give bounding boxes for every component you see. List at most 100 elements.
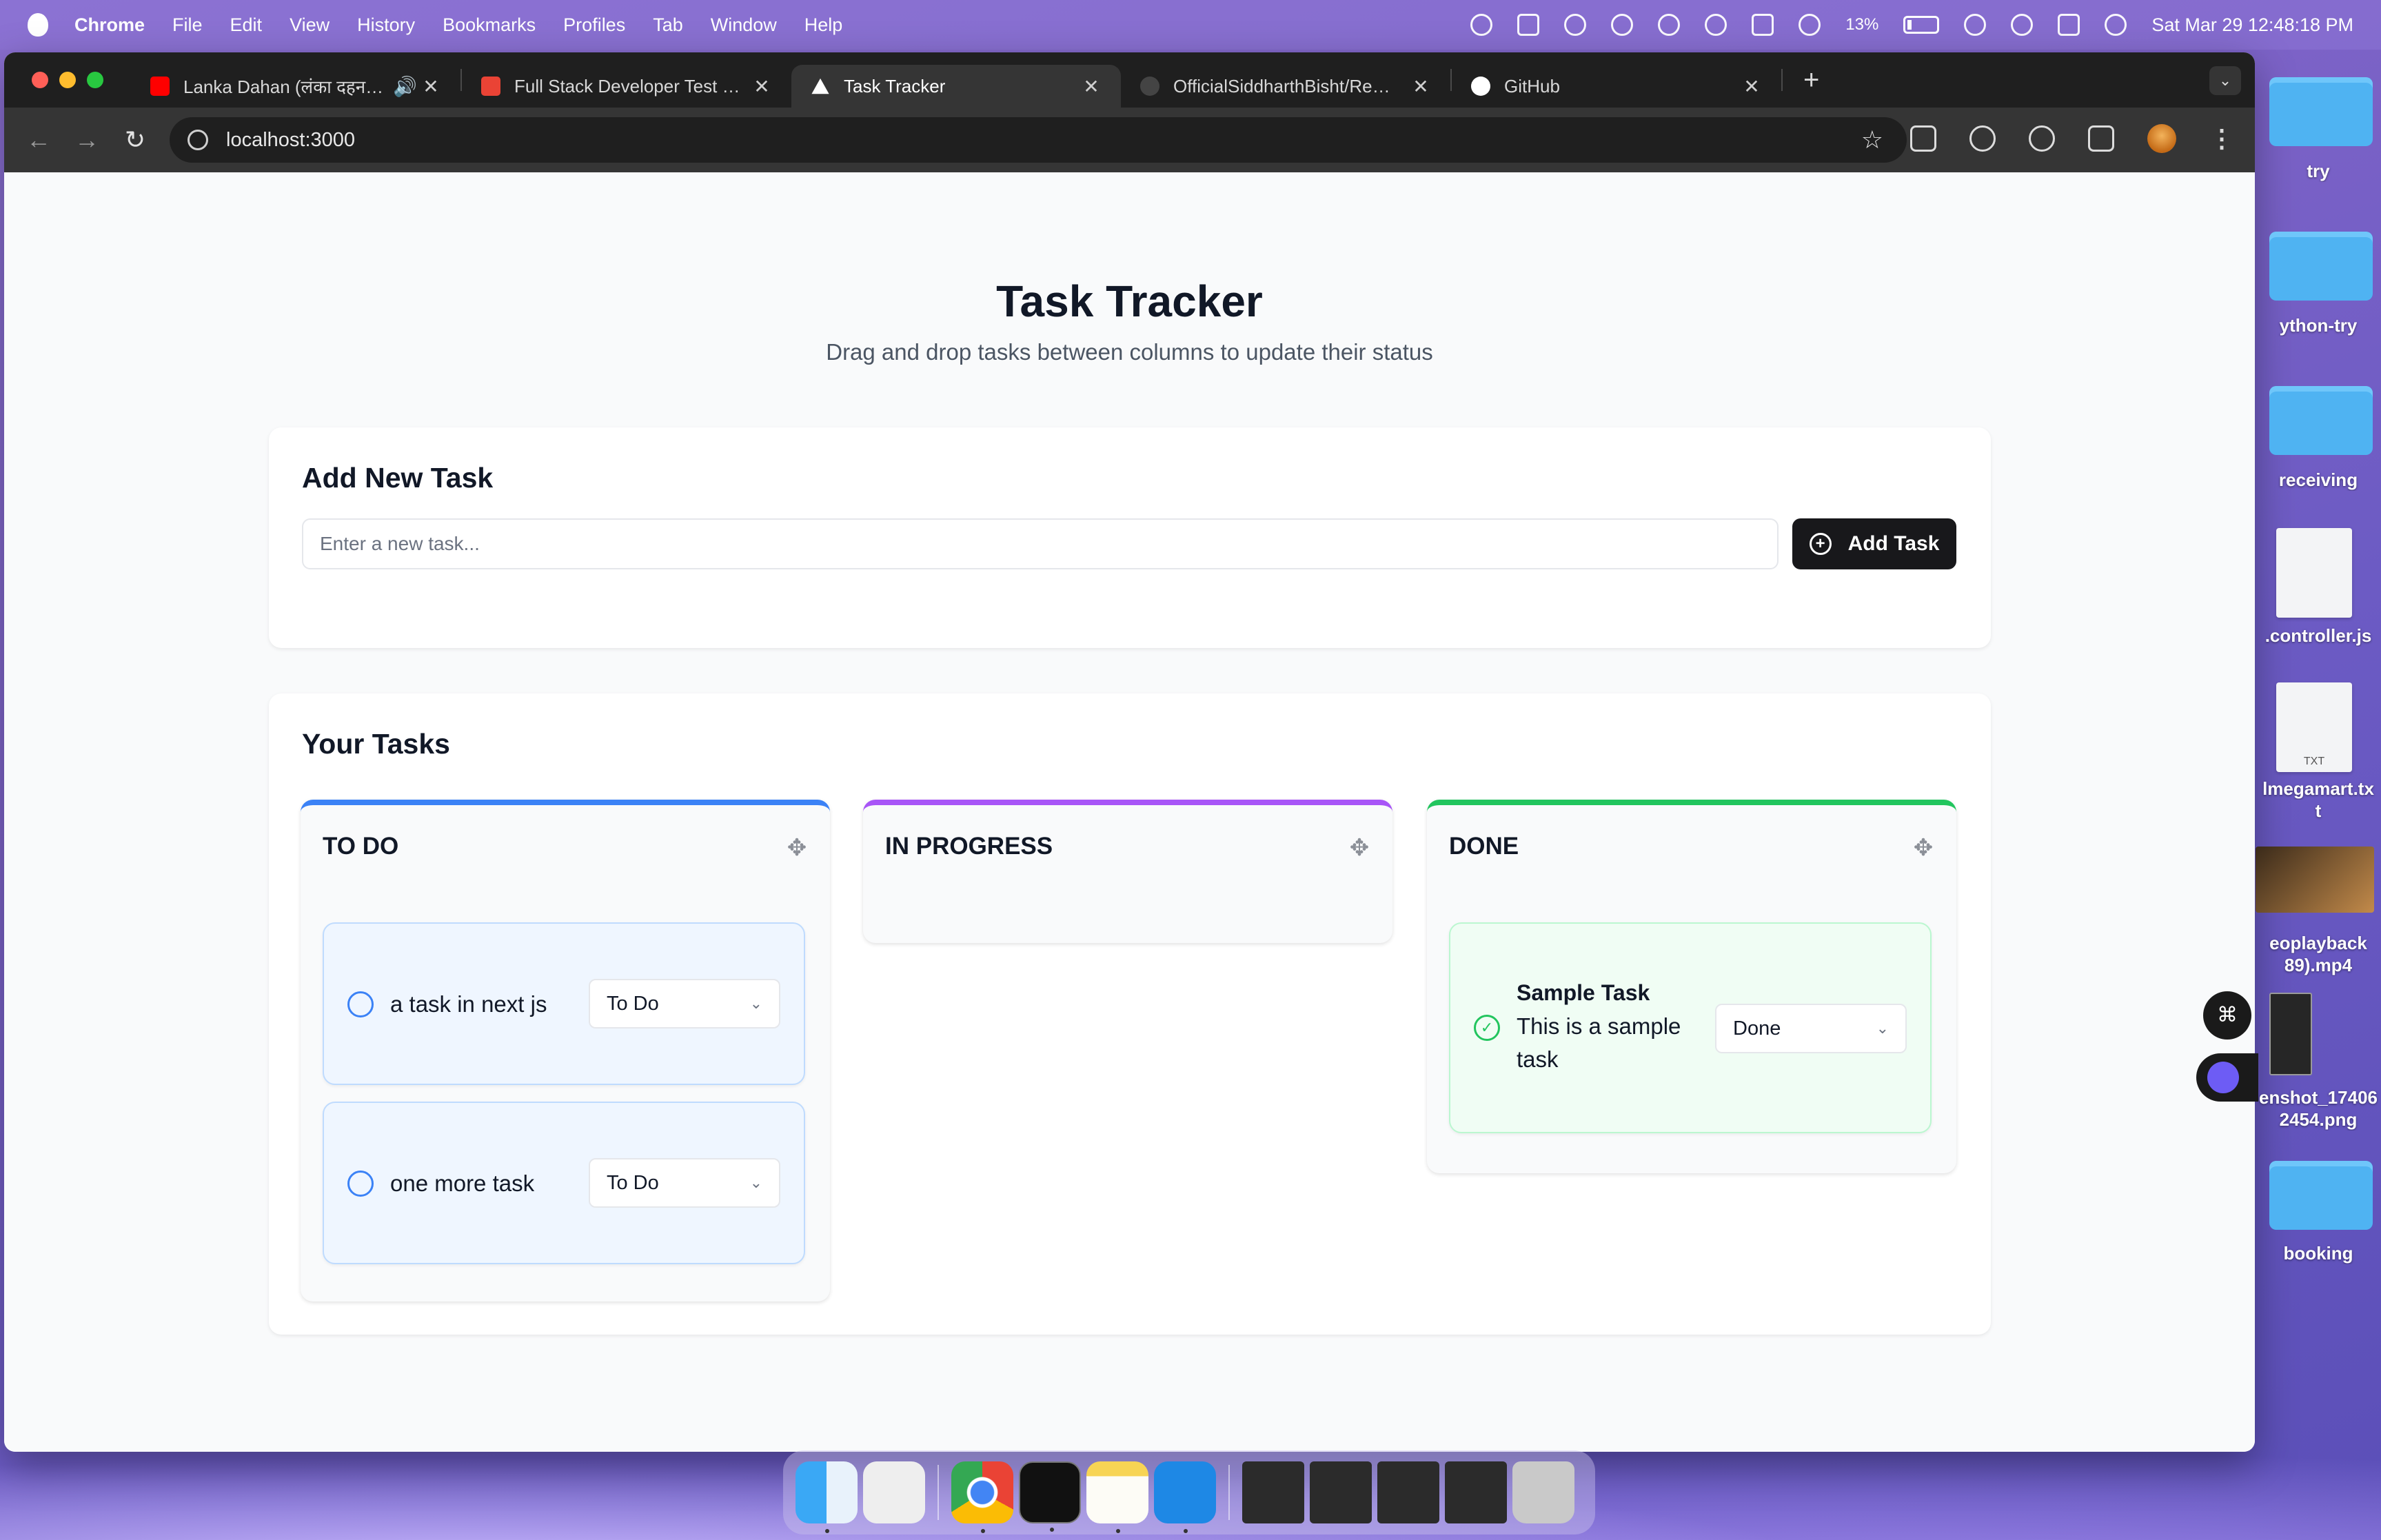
launchpad-icon[interactable] — [863, 1461, 925, 1523]
media-controls-icon[interactable] — [2088, 125, 2114, 152]
dock-divider — [1228, 1465, 1230, 1520]
add-task-card: Add New Task + Add Task — [269, 427, 1991, 648]
apple-icon[interactable] — [28, 13, 48, 37]
site-info-icon[interactable] — [188, 130, 208, 150]
task-title: one more task — [390, 1171, 535, 1196]
wifi-icon[interactable] — [1964, 14, 1987, 36]
extensions-icon[interactable] — [1910, 125, 1936, 152]
forward-icon[interactable]: → — [73, 125, 101, 154]
terminal-icon[interactable] — [1019, 1461, 1081, 1532]
spotlight-icon[interactable] — [2011, 14, 2034, 36]
battery-icon[interactable] — [1903, 16, 1940, 34]
performance-icon[interactable] — [2029, 125, 2055, 152]
menu-help[interactable]: Help — [804, 14, 843, 36]
trash-icon[interactable] — [1512, 1461, 1574, 1523]
tab-youtube[interactable]: Lanka Dahan (लंका दहन) | D 🔊 ✕ — [131, 65, 460, 108]
menu-bookmarks[interactable]: Bookmarks — [443, 14, 536, 36]
desktop-item[interactable]: TXT lmegamart.tx t — [2256, 682, 2381, 827]
menu-file[interactable]: File — [172, 14, 203, 36]
status-circle-icon[interactable] — [347, 991, 374, 1017]
menu-tab[interactable]: Tab — [653, 14, 683, 36]
drag-move-icon[interactable]: ✥ — [1347, 835, 1372, 860]
minimized-window-icon[interactable] — [1310, 1461, 1372, 1523]
back-icon[interactable]: ← — [25, 125, 52, 154]
bookmark-star-icon[interactable]: ☆ — [1861, 125, 1883, 154]
desktop-item[interactable]: .controller.js — [2256, 528, 2381, 652]
tab-close-icon[interactable]: ✕ — [751, 75, 772, 98]
tab-close-icon[interactable]: ✕ — [421, 75, 441, 98]
status-weather-icon[interactable] — [1611, 14, 1634, 36]
tab-gmail[interactable]: Full Stack Developer Test Exe ✕ — [462, 65, 791, 108]
bookmarks-icon[interactable] — [1969, 125, 1996, 152]
desktop-item[interactable]: enshot_17406 2454.png — [2256, 993, 2381, 1137]
tab-task-tracker[interactable]: Task Tracker ✕ — [791, 65, 1121, 108]
desktop-item[interactable]: booking — [2256, 1161, 2381, 1271]
status-vpn-icon[interactable] — [1470, 14, 1493, 36]
column-todo[interactable]: TO DO ✥ a task in next js To Do ⌄ one mo… — [301, 800, 830, 1301]
task-description: This is a sample — [1517, 1013, 1681, 1039]
more-menu-icon[interactable]: ⋮ — [2209, 126, 2234, 151]
minimized-window-icon[interactable] — [1445, 1461, 1507, 1523]
status-chat-icon[interactable] — [1564, 14, 1587, 36]
tab-close-icon[interactable]: ✕ — [1081, 75, 1102, 98]
task-card[interactable]: one more task To Do ⌄ — [323, 1102, 805, 1264]
command-icon[interactable]: ⌘ — [2203, 991, 2251, 1040]
tab-search-button[interactable]: ⌄ — [2209, 66, 2241, 95]
notes-icon[interactable] — [1086, 1461, 1148, 1533]
tab-github-repo[interactable]: OfficialSiddharthBisht/Remed ✕ — [1121, 65, 1450, 108]
close-window-button[interactable] — [32, 72, 48, 88]
status-select[interactable]: To Do ⌄ — [589, 979, 780, 1029]
drag-move-icon[interactable]: ✥ — [1911, 835, 1936, 860]
minimized-window-icon[interactable] — [1377, 1461, 1439, 1523]
new-tab-button[interactable]: + — [1803, 65, 1819, 96]
desktop-label: lmegamart.tx — [2262, 778, 2374, 799]
accessibility-icon[interactable] — [1658, 14, 1681, 36]
desktop-item[interactable]: ython-try — [2256, 232, 2381, 342]
zoom-window-button[interactable] — [87, 72, 103, 88]
tab-close-icon[interactable]: ✕ — [1410, 75, 1431, 98]
chrome-icon[interactable] — [951, 1461, 1013, 1533]
user-icon[interactable] — [1705, 14, 1728, 36]
finder-icon[interactable] — [796, 1461, 858, 1533]
siri-icon[interactable] — [2105, 14, 2127, 36]
play-icon[interactable] — [1799, 14, 1821, 36]
tab-github[interactable]: GitHub ✕ — [1452, 65, 1781, 108]
column-done[interactable]: DONE ✥ ✓ Sample Task This is a sample ta… — [1427, 800, 1956, 1173]
add-task-button[interactable]: + Add Task — [1792, 518, 1956, 569]
status-app-icon[interactable] — [1517, 14, 1540, 36]
assistant-widget[interactable] — [2196, 1053, 2258, 1102]
display-icon[interactable] — [1752, 14, 1774, 36]
menu-app-name[interactable]: Chrome — [74, 14, 145, 36]
menu-edit[interactable]: Edit — [230, 14, 263, 36]
status-circle-icon[interactable] — [347, 1171, 374, 1197]
task-card[interactable]: ✓ Sample Task This is a sample task Done… — [1449, 922, 1932, 1133]
status-select[interactable]: Done ⌄ — [1715, 1004, 1907, 1053]
vercel-icon — [811, 78, 829, 94]
minimized-window-icon[interactable] — [1242, 1461, 1304, 1523]
profile-avatar[interactable] — [2147, 124, 2176, 153]
desktop-item[interactable]: try — [2256, 77, 2381, 188]
url-text[interactable]: localhost:3000 — [226, 129, 355, 152]
address-bar[interactable]: localhost:3000 ☆ — [170, 117, 1907, 163]
task-card[interactable]: a task in next js To Do ⌄ — [323, 922, 805, 1085]
toolbar-actions: ⋮ — [1910, 124, 2234, 153]
desktop-item[interactable]: eoplayback 89).mp4 — [2256, 847, 2381, 984]
tab-close-icon[interactable]: ✕ — [1741, 75, 1762, 98]
menu-view[interactable]: View — [290, 14, 330, 36]
new-task-input[interactable] — [302, 518, 1779, 569]
control-center-icon[interactable] — [2058, 14, 2080, 36]
status-select[interactable]: To Do ⌄ — [589, 1158, 780, 1208]
speaker-icon[interactable]: 🔊 — [393, 75, 417, 98]
page-title: Task Tracker — [996, 276, 1263, 326]
vscode-icon[interactable] — [1154, 1461, 1216, 1533]
drag-move-icon[interactable]: ✥ — [784, 835, 809, 860]
menu-profiles[interactable]: Profiles — [563, 14, 625, 36]
desktop-item[interactable]: receiving — [2256, 386, 2381, 496]
menu-history[interactable]: History — [357, 14, 415, 36]
column-in-progress[interactable]: IN PROGRESS ✥ — [863, 800, 1392, 943]
reload-icon[interactable]: ↻ — [121, 125, 149, 154]
menu-window[interactable]: Window — [711, 14, 777, 36]
check-circle-icon[interactable]: ✓ — [1474, 1015, 1500, 1041]
task-title: a task in next js — [390, 991, 547, 1017]
minimize-window-button[interactable] — [59, 72, 76, 88]
